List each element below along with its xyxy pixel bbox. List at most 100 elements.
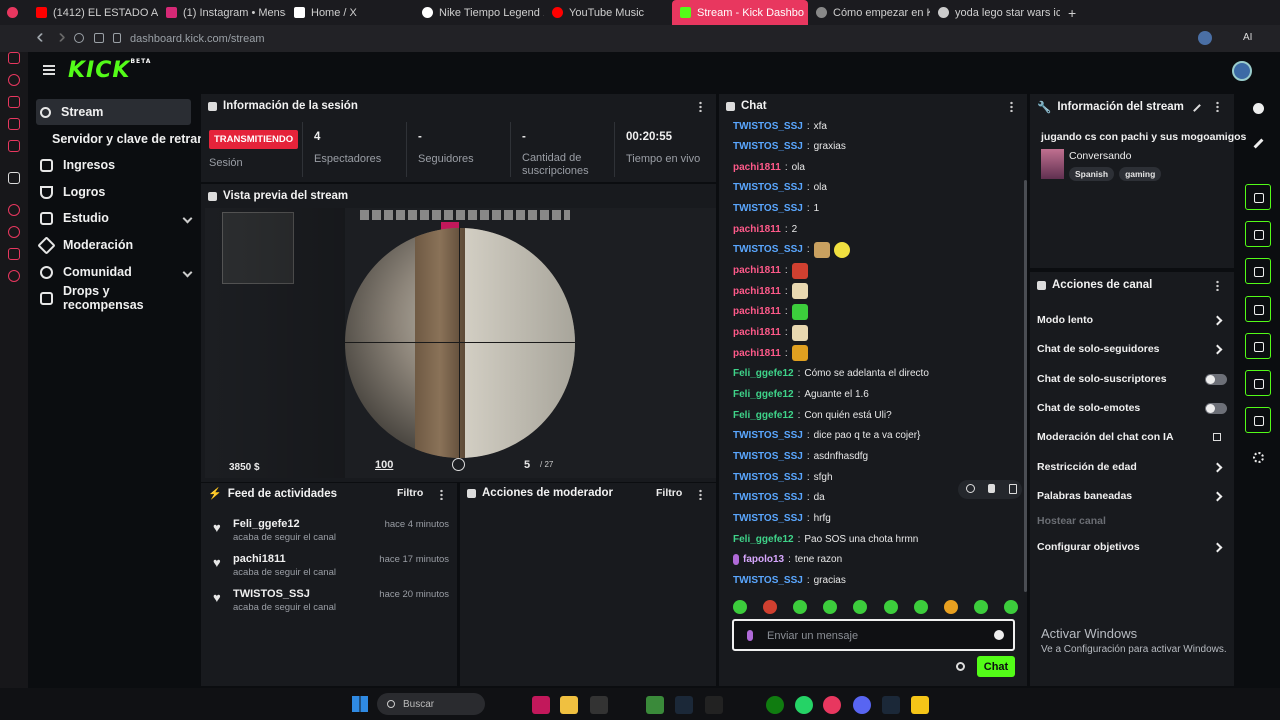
feed-user[interactable]: Feli_ggefe12 [233,518,300,530]
chat-username[interactable]: TWISTOS_SSJ [733,182,803,193]
chat-message[interactable]: TWISTOS_SSJ: dice pao q te a va cojer} [733,428,920,444]
chat-message[interactable]: TWISTOS_SSJ: sfgh [733,469,833,485]
chat-username[interactable]: TWISTOS_SSJ [733,513,803,524]
hamburger-menu-icon[interactable] [43,65,55,75]
chat-message[interactable]: TWISTOS_SSJ: gracias [733,572,846,588]
chat-username[interactable]: pachi1811 [733,348,781,359]
x-icon[interactable] [8,172,20,184]
user-avatar[interactable] [1232,61,1252,81]
tab-kick-help[interactable]: Cómo empezar en Kick [808,0,930,25]
feed-filter-button[interactable]: Filtro [397,487,423,499]
toggle-switch[interactable] [1205,373,1227,385]
music-icon[interactable] [8,74,20,86]
tab-kick-dashboard[interactable]: Stream - Kick Dashbo [672,0,808,25]
emote-icon[interactable] [973,600,988,614]
toggle-switch[interactable] [1205,402,1227,414]
minecraft-icon[interactable] [646,696,664,714]
steam-icon[interactable] [675,696,693,714]
chat-username[interactable]: pachi1811 [733,224,781,235]
chat-username[interactable]: pachi1811 [733,306,781,317]
settings-icon[interactable] [94,33,104,43]
nav-stream[interactable]: Stream [36,99,191,125]
emote-icon[interactable] [943,600,958,614]
whatsapp-icon[interactable] [795,696,813,714]
action-modo-lento[interactable]: Modo lento [1037,312,1227,328]
ai-button[interactable]: AI [1243,32,1252,43]
chat-message[interactable]: TWISTOS_SSJ: graxias [733,139,846,155]
chat-username[interactable]: TWISTOS_SSJ [733,244,803,255]
action-moderacion-ia[interactable]: Moderación del chat con IA [1037,429,1227,445]
app-icon[interactable] [532,696,550,714]
feed-user[interactable]: TWISTOS_SSJ [233,588,310,600]
pin-icon[interactable] [988,484,995,493]
discord-icon[interactable] [853,696,871,714]
emote-icon[interactable] [793,600,808,614]
chat-message[interactable]: TWISTOS_SSJ: ola [733,180,827,196]
chat-message[interactable]: TWISTOS_SSJ: hrfg [733,510,831,526]
emote-icon[interactable] [853,600,868,614]
opera-menu-icon[interactable] [0,0,28,25]
rail-lightning-button[interactable] [1245,221,1271,247]
tab-instagram[interactable]: (1) Instagram • Mensajes [158,0,286,25]
tab-youtube-music[interactable]: YouTube Music [544,0,672,25]
chat-username[interactable]: Feli_ggefe12 [733,389,794,400]
music-player-icon[interactable] [8,140,20,152]
rail-chat-button[interactable] [1245,296,1271,322]
tab-nike[interactable]: Nike Tiempo Legend 10 C [414,0,544,25]
chat-username[interactable]: TWISTOS_SSJ [733,472,803,483]
chat-message[interactable]: pachi1811: ola [733,159,805,175]
chat-username[interactable]: TWISTOS_SSJ [733,492,803,503]
share-icon[interactable] [1253,452,1264,463]
profile-avatar[interactable] [1198,31,1212,45]
chat-username[interactable]: fapolo13 [743,554,784,565]
action-configurar-objetivos[interactable]: Configurar objetivos [1037,539,1227,555]
messenger-icon[interactable] [8,52,20,64]
action-restriccion-edad[interactable]: Restricción de edad [1037,459,1227,475]
chat-username[interactable]: TWISTOS_SSJ [733,141,803,152]
send-chat-button[interactable]: Chat [977,656,1015,677]
steam-icon[interactable] [882,696,900,714]
reload-icon[interactable] [74,33,84,43]
epic-games-icon[interactable] [590,696,608,714]
chat-username[interactable]: TWISTOS_SSJ [733,203,803,214]
nav-moderacion[interactable]: Moderación [36,232,191,258]
chat-message[interactable]: pachi1811: [733,303,808,320]
nav-server-key[interactable]: Servidor y clave de retransmisión [48,126,208,152]
feed-user[interactable]: pachi1811 [233,553,286,565]
more-options-icon[interactable] [1010,101,1013,112]
forward-icon[interactable] [55,32,66,43]
chat-message[interactable]: pachi1811: [733,283,808,300]
opera-icon[interactable] [823,696,841,714]
chat-username[interactable]: TWISTOS_SSJ [733,430,803,441]
chat-username[interactable]: pachi1811 [733,265,781,276]
more-options-icon[interactable] [699,101,702,112]
tab-yoda[interactable]: yoda lego star wars icon [930,0,1060,25]
chat-username[interactable]: Feli_ggefe12 [733,534,794,545]
rail-camera-button[interactable] [1245,184,1271,210]
rail-broadcast-button[interactable] [1245,333,1271,359]
mail-icon[interactable] [8,118,20,130]
nav-estudio[interactable]: Estudio [36,205,193,231]
chat-message[interactable]: TWISTOS_SSJ:1 [733,201,819,217]
emote-icon[interactable] [763,600,778,614]
chat-username[interactable]: pachi1811 [733,162,781,173]
stream-video[interactable]: 3850 $ 100 5 / 27 [205,208,716,478]
more-options-icon[interactable] [1216,280,1219,291]
rail-wrench-button[interactable] [1245,407,1271,433]
app-icon[interactable] [911,696,929,714]
info-icon[interactable] [1253,103,1264,114]
emote-icon[interactable] [1003,600,1018,614]
chat-message[interactable]: fapolo13: tene razon [733,552,842,568]
app-icon[interactable] [705,696,723,714]
extensions-icon[interactable] [8,248,20,260]
taskbar-search[interactable]: Buscar [377,693,485,715]
chat-username[interactable]: TWISTOS_SSJ [733,575,803,586]
chat-username[interactable]: TWISTOS_SSJ [733,451,803,462]
delete-icon[interactable] [1009,484,1017,494]
url-field[interactable]: dashboard.kick.com/stream [130,33,265,45]
gear-icon[interactable] [956,662,965,671]
clock-icon[interactable] [8,204,20,216]
chat-message[interactable]: Feli_ggefe12: Aguante el 1.6 [733,386,869,402]
xbox-icon[interactable] [766,696,784,714]
more-options-icon[interactable] [1216,101,1219,112]
